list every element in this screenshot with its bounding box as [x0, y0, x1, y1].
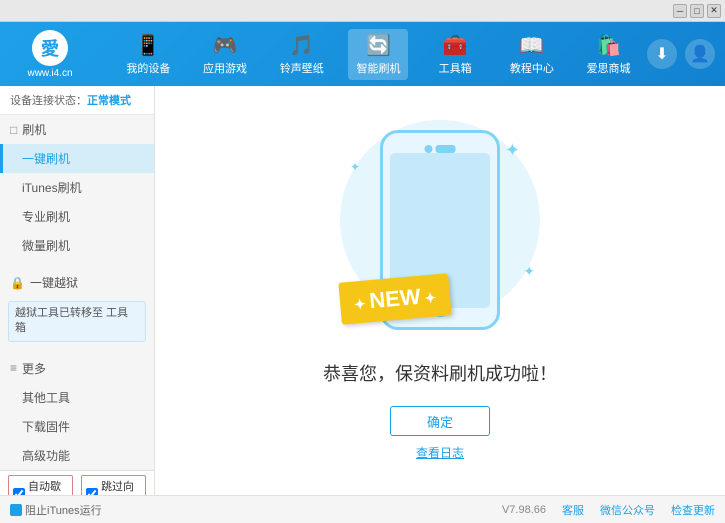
sparkle-3: ✦ [523, 263, 535, 280]
nav-item-my-device[interactable]: 📱 我的设备 [118, 29, 178, 80]
customer-service-link[interactable]: 客服 [562, 502, 584, 518]
jailbreak-section: 🔒 一键越狱 [0, 268, 154, 297]
sidebar-item-pro-flash[interactable]: 专业刷机 [0, 202, 154, 231]
sidebar-item-other-tools[interactable]: 其他工具 [0, 383, 154, 412]
nav-item-smart-flash[interactable]: 🔄 智能刷机 [348, 29, 408, 80]
nav-icon-store: 🛍️ [596, 33, 621, 58]
flash-section-label: 刷机 [22, 121, 46, 138]
lock-icon: 🔒 [10, 276, 25, 290]
nav-item-ringtone[interactable]: 🎵 铃声壁纸 [272, 29, 332, 80]
jailbreak-notice: 越狱工具已转移至 工具箱 [8, 301, 146, 342]
header: 愛 www.i4.cn 📱 我的设备 🎮 应用游戏 🎵 铃声壁纸 🔄 智能刷机 🧰 工具箱 📖 教程中… [0, 22, 725, 86]
sidebar: 设备连接状态：正常模式 □ 刷机 一键刷机 iTunes刷机 专业刷机 微量刷机… [0, 86, 155, 495]
skip-wizard-label: 跳过向导 [101, 478, 141, 495]
more-icon: ≡ [10, 361, 17, 375]
nav-label-app-game: 应用游戏 [203, 60, 247, 76]
nav-label-tutorial: 教程中心 [510, 60, 554, 76]
user-button[interactable]: 👤 [685, 39, 715, 69]
sidebar-item-micro-flash[interactable]: 微量刷机 [0, 231, 154, 260]
nav-icon-smart-flash: 🔄 [366, 33, 391, 58]
auto-dismiss-label: 自动歇逐 [28, 478, 68, 495]
nav-icon-app-game: 🎮 [213, 33, 238, 58]
nav-item-tutorial[interactable]: 📖 教程中心 [502, 29, 562, 80]
flash-section-title[interactable]: □ 刷机 [0, 115, 154, 144]
nav-icon-tutorial: 📖 [519, 33, 544, 58]
sparkle-2: ✦ [350, 160, 360, 174]
wechat-official-link[interactable]: 微信公众号 [600, 502, 655, 518]
logo-icon: 愛 [32, 30, 68, 66]
check-update-link[interactable]: 检查更新 [671, 502, 715, 518]
nav-bar: 📱 我的设备 🎮 应用游戏 🎵 铃声壁纸 🔄 智能刷机 🧰 工具箱 📖 教程中心 🛍️ 爱思商城 [110, 29, 647, 80]
sidebar-item-itunes-flash[interactable]: iTunes刷机 [0, 173, 154, 202]
stop-icon [10, 504, 22, 516]
maximize-button[interactable]: □ [690, 4, 704, 18]
minimize-button[interactable]: ─ [673, 4, 687, 18]
nav-item-store[interactable]: 🛍️ 爱思商城 [579, 29, 639, 80]
nav-icon-toolbox: 🧰 [443, 33, 468, 58]
jailbreak-label: 一键越狱 [30, 274, 78, 291]
download-button[interactable]: ⬇ [647, 39, 677, 69]
skip-wizard-checkbox[interactable]: 跳过向导 [81, 475, 146, 495]
header-right: ⬇ 👤 [647, 39, 715, 69]
auto-dismiss-input[interactable] [13, 488, 25, 495]
version-label: V7.98.66 [502, 504, 546, 516]
more-section-title: ≡ 更多 [0, 354, 154, 383]
footer: 阻止iTunes运行 V7.98.66 客服 微信公众号 检查更新 [0, 495, 725, 523]
sparkle-1: ✦ [505, 140, 520, 161]
footer-right: V7.98.66 客服 微信公众号 检查更新 [502, 502, 715, 518]
sidebar-item-advanced[interactable]: 高级功能 [0, 441, 154, 470]
content-area: NEW ✦ ✦ ✦ 恭喜您，保资料刷机成功啦！ 确定 查看日志 [155, 86, 725, 495]
main-area: 设备连接状态：正常模式 □ 刷机 一键刷机 iTunes刷机 专业刷机 微量刷机… [0, 86, 725, 495]
hero-image: NEW ✦ ✦ ✦ [330, 120, 550, 340]
sidebar-item-one-click-flash[interactable]: 一键刷机 [0, 144, 154, 173]
success-message: 恭喜您，保资料刷机成功啦！ [323, 360, 557, 386]
auto-dismiss-checkbox[interactable]: 自动歇逐 [8, 475, 73, 495]
footer-left: 阻止iTunes运行 [10, 502, 502, 518]
nav-label-my-device: 我的设备 [126, 60, 170, 76]
status-label: 设备连接状态： [10, 95, 87, 107]
nav-label-toolbox: 工具箱 [439, 60, 472, 76]
view-log-link[interactable]: 查看日志 [416, 444, 464, 461]
itunes-stop-label: 阻止iTunes运行 [25, 502, 102, 518]
nav-label-store: 爱思商城 [587, 60, 631, 76]
more-label: 更多 [22, 360, 46, 377]
title-bar: ─ □ ✕ [0, 0, 725, 22]
close-button[interactable]: ✕ [707, 4, 721, 18]
itunes-stop-button[interactable]: 阻止iTunes运行 [10, 502, 102, 518]
status-value: 正常模式 [87, 95, 131, 107]
confirm-button[interactable]: 确定 [390, 406, 490, 436]
nav-icon-my-device: 📱 [136, 33, 161, 58]
skip-wizard-input[interactable] [86, 488, 98, 495]
logo-text: www.i4.cn [27, 68, 72, 79]
nav-label-smart-flash: 智能刷机 [356, 60, 400, 76]
nav-icon-ringtone: 🎵 [289, 33, 314, 58]
checkbox-row: 自动歇逐 跳过向导 [0, 470, 154, 495]
nav-item-app-game[interactable]: 🎮 应用游戏 [195, 29, 255, 80]
nav-item-toolbox[interactable]: 🧰 工具箱 [425, 29, 485, 80]
flash-section-icon: □ [10, 123, 17, 137]
sidebar-item-download-firmware[interactable]: 下载固件 [0, 412, 154, 441]
nav-label-ringtone: 铃声壁纸 [280, 60, 324, 76]
device-status-bar: 设备连接状态：正常模式 [0, 86, 154, 115]
logo-area: 愛 www.i4.cn [10, 30, 90, 79]
